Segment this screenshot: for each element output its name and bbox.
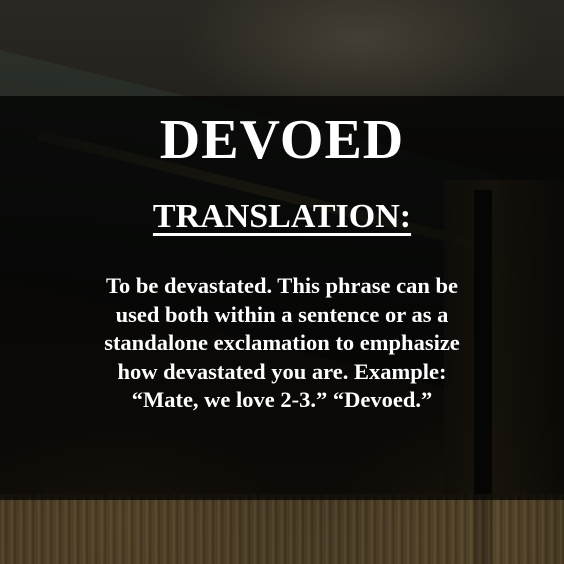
poster-canvas: DEVOED TRANSLATION: To be devastated. Th… [0,0,564,564]
definition-line: standalone exclamation to emphasize [104,330,460,355]
definition-text: To be devastated. This phrase can be use… [60,272,504,415]
definition-line: how devastated you are. Example: [117,358,447,384]
definition-line: used both within a sentence or as a [115,301,449,327]
page-title: DEVOED [159,109,405,171]
definition-line: “Mate, we love 2-3.” “Devoed.” [131,387,433,412]
definition-line: To be devastated. This phrase can be [106,273,458,298]
background-book-pages [0,494,564,564]
translation-heading: TRANSLATION: [0,196,564,238]
translation-heading-text: TRANSLATION: [152,198,412,235]
